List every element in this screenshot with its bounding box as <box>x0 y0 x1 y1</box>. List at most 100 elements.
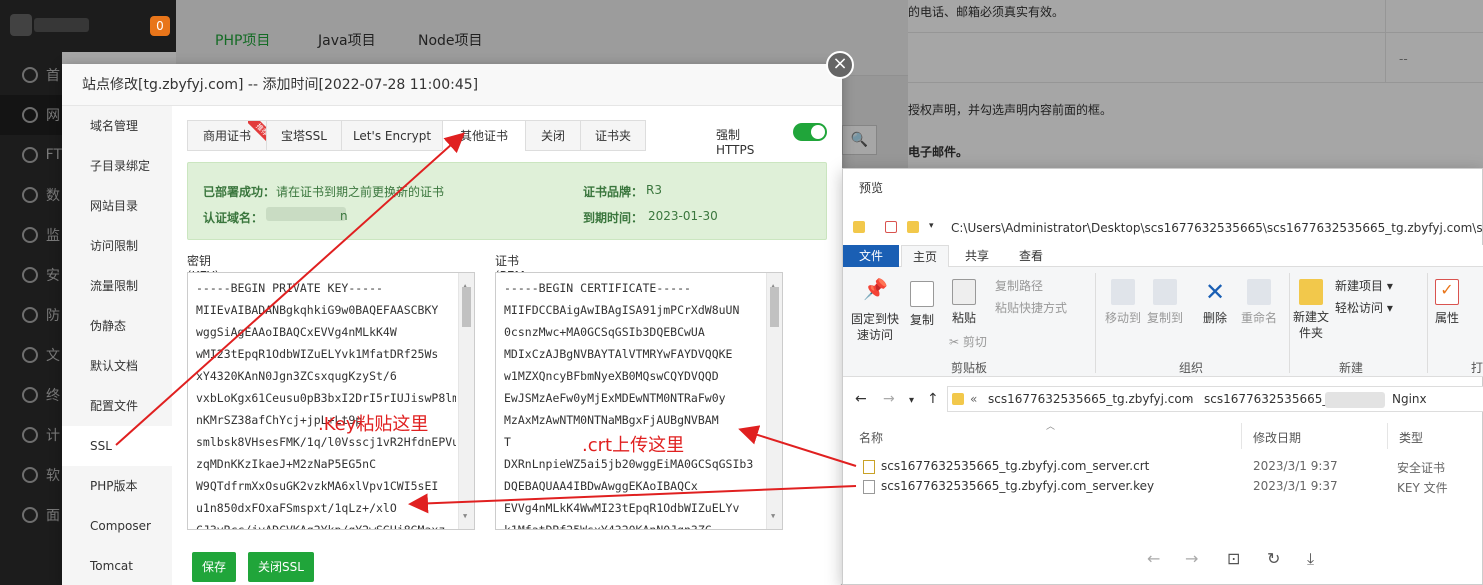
new-item-button[interactable]: 新建项目 ▾ <box>1335 277 1393 294</box>
sidebar-item[interactable]: 访问限制 <box>62 226 172 266</box>
fit-window-icon[interactable]: ⊡ <box>1227 549 1240 568</box>
back-arrow-icon[interactable]: ← <box>1147 549 1160 568</box>
delete-button[interactable]: ✕ 删除 <box>1195 279 1235 326</box>
tab-close[interactable]: 关闭 <box>525 120 581 151</box>
nav-item[interactable]: 计 <box>0 415 62 455</box>
tab-share[interactable]: 共享 <box>953 245 1001 267</box>
column-separator[interactable] <box>1387 423 1388 449</box>
key-scrollbar[interactable]: ▲ ▼ <box>458 273 474 529</box>
nav-item[interactable]: FT <box>0 135 62 175</box>
tab-other-cert[interactable]: 其他证书 <box>442 120 526 151</box>
expire-value: 2023-01-30 <box>648 209 718 223</box>
copy-path-button[interactable]: 复制路径 <box>995 277 1043 294</box>
column-separator[interactable] <box>1241 423 1242 449</box>
cert-scrollbar[interactable]: ▲ ▼ <box>766 273 782 529</box>
close-ssl-button[interactable]: 关闭SSL <box>248 552 314 582</box>
text-line: k1MfatDRf25WsxY4320KAnN0Jgn3ZC <box>504 523 712 530</box>
group-separator <box>1289 273 1290 373</box>
explorer-title: 预览 <box>859 181 884 195</box>
notification-badge[interactable]: 0 <box>150 16 170 36</box>
pin-button[interactable]: 📌 固定到快速访问 <box>849 279 901 343</box>
properties-icon[interactable] <box>885 221 897 233</box>
nav-icon <box>22 67 38 83</box>
move-icon <box>1111 279 1135 305</box>
sidebar-item[interactable]: 子目录绑定 <box>62 146 172 186</box>
logo <box>10 14 32 36</box>
nav-item[interactable]: 文 <box>0 335 62 375</box>
tab-cert-folder[interactable]: 证书夹 <box>580 120 646 151</box>
chevron-down-icon[interactable]: ▾ <box>929 221 941 233</box>
forward-arrow-icon[interactable]: → <box>1185 549 1198 568</box>
file-row[interactable]: scs1677632535665_tg.zbyfyj.com_server.cr… <box>857 457 1477 477</box>
copy-icon <box>910 281 934 307</box>
sidebar-item[interactable]: 网站目录 <box>62 186 172 226</box>
copy-to-button[interactable]: 复制到 <box>1145 279 1185 326</box>
nav-item[interactable]: 软 <box>0 455 62 495</box>
tab-baota-ssl[interactable]: 宝塔SSL <box>266 120 342 151</box>
tab-home[interactable]: 主页 <box>901 245 949 267</box>
breadcrumb-item[interactable]: Nginx <box>1392 392 1427 406</box>
sidebar-item[interactable]: 域名管理 <box>62 106 172 146</box>
nav-item[interactable]: 终 <box>0 375 62 415</box>
column-modified[interactable]: 修改日期 <box>1253 429 1301 446</box>
search-button[interactable]: 🔍 <box>842 125 877 155</box>
paste-button[interactable]: 粘贴 <box>947 279 981 326</box>
file-row[interactable]: scs1677632535665_tg.zbyfyj.com_server.ke… <box>857 477 1477 497</box>
nav-item[interactable]: 网 <box>0 95 62 135</box>
tab-view[interactable]: 查看 <box>1007 245 1055 267</box>
cut-button[interactable]: ✂ 剪切 <box>949 333 987 350</box>
sidebar-item[interactable]: 配置文件 <box>62 386 172 426</box>
nav-item[interactable]: 防 <box>0 295 62 335</box>
copy-button[interactable]: 复制 <box>905 281 939 328</box>
tab-node-project[interactable]: Node项目 <box>418 30 483 50</box>
sidebar-item[interactable]: PHP版本 <box>62 466 172 506</box>
nav-item[interactable]: 数 <box>0 175 62 215</box>
tab-lets-encrypt[interactable]: Let's Encrypt <box>341 120 443 151</box>
tab-file[interactable]: 文件 <box>843 245 899 267</box>
force-https-toggle[interactable] <box>793 123 827 141</box>
sidebar-item[interactable]: 流量限制 <box>62 266 172 306</box>
breadcrumb-item[interactable]: scs1677632535665_ <box>1204 392 1328 406</box>
sidebar-item[interactable]: Tomcat <box>62 546 172 585</box>
back-arrow-icon[interactable]: ← <box>855 391 867 407</box>
rotate-icon[interactable]: ↻ <box>1267 549 1280 568</box>
text-line: W9QTdfrmXxOsuGK2vzkMA6xlVpv1CWI5sEI <box>196 479 439 493</box>
nav-item[interactable]: 安 <box>0 255 62 295</box>
domain-label: 认证域名： <box>203 211 264 225</box>
new-folder-button[interactable]: 新建文件夹 <box>1293 279 1329 341</box>
new-folder-icon[interactable] <box>907 221 919 233</box>
key-textarea[interactable]: ▲ ▼ -----BEGIN PRIVATE KEY----- MIIEvAIBAD… <box>187 272 475 530</box>
column-type[interactable]: 类型 <box>1399 429 1423 446</box>
easy-access-button[interactable]: 轻松访问 ▾ <box>1335 299 1393 316</box>
sidebar-item[interactable]: 默认文档 <box>62 346 172 386</box>
sidebar-item[interactable]: 伪静态 <box>62 306 172 346</box>
save-button[interactable]: 保存 <box>192 552 237 582</box>
nav-item[interactable]: 面 <box>0 495 62 535</box>
column-name[interactable]: 名称 <box>859 429 883 446</box>
tab-java-project[interactable]: Java项目 <box>318 30 376 50</box>
sidebar-item[interactable]: Composer <box>62 506 172 546</box>
address-bar[interactable]: « scs1677632535665_tg.zbyfyj.com › scs16… <box>947 386 1483 412</box>
deployed-text: 请在证书到期之前更换新的证书 <box>276 185 445 199</box>
nav-item[interactable]: 监 <box>0 215 62 255</box>
close-icon[interactable]: × <box>826 51 854 79</box>
sort-arrow-icon: ︿ <box>1046 422 1056 432</box>
breadcrumb-item[interactable]: scs1677632535665_tg.zbyfyj.com <box>988 392 1193 406</box>
rename-icon <box>1247 279 1271 305</box>
group-separator <box>1427 273 1428 373</box>
cert-textarea[interactable]: ▲ ▼ -----BEGIN CERTIFICATE----- MIIFDCCBAi… <box>495 272 783 530</box>
nav-item[interactable]: 首 <box>0 55 62 95</box>
move-to-button[interactable]: 移动到 <box>1103 279 1143 326</box>
text-line: wggSiAgEAAoIBAQCxEVVg4nMLkK4W <box>196 325 397 339</box>
rename-button[interactable]: 重命名 <box>1237 279 1281 326</box>
sidebar-item[interactable]: SSL <box>62 426 172 466</box>
recent-chevron-icon[interactable]: ▾ <box>909 395 914 406</box>
breadcrumb-overflow[interactable]: « <box>970 392 977 406</box>
text-line: EVVg4nMLkK4WwMI23tEpqR1OdbWIZuELYv <box>504 501 740 515</box>
paste-shortcut-button[interactable]: 粘贴快捷方式 <box>995 299 1067 316</box>
up-arrow-icon[interactable]: ↑ <box>927 391 939 407</box>
tab-commercial-cert[interactable]: 商用证书 推荐 <box>187 120 270 151</box>
properties-button[interactable]: ✓ 属性 <box>1431 279 1463 326</box>
forward-arrow-icon[interactable]: → <box>883 391 895 407</box>
download-icon[interactable]: ⤓ <box>1307 549 1314 569</box>
